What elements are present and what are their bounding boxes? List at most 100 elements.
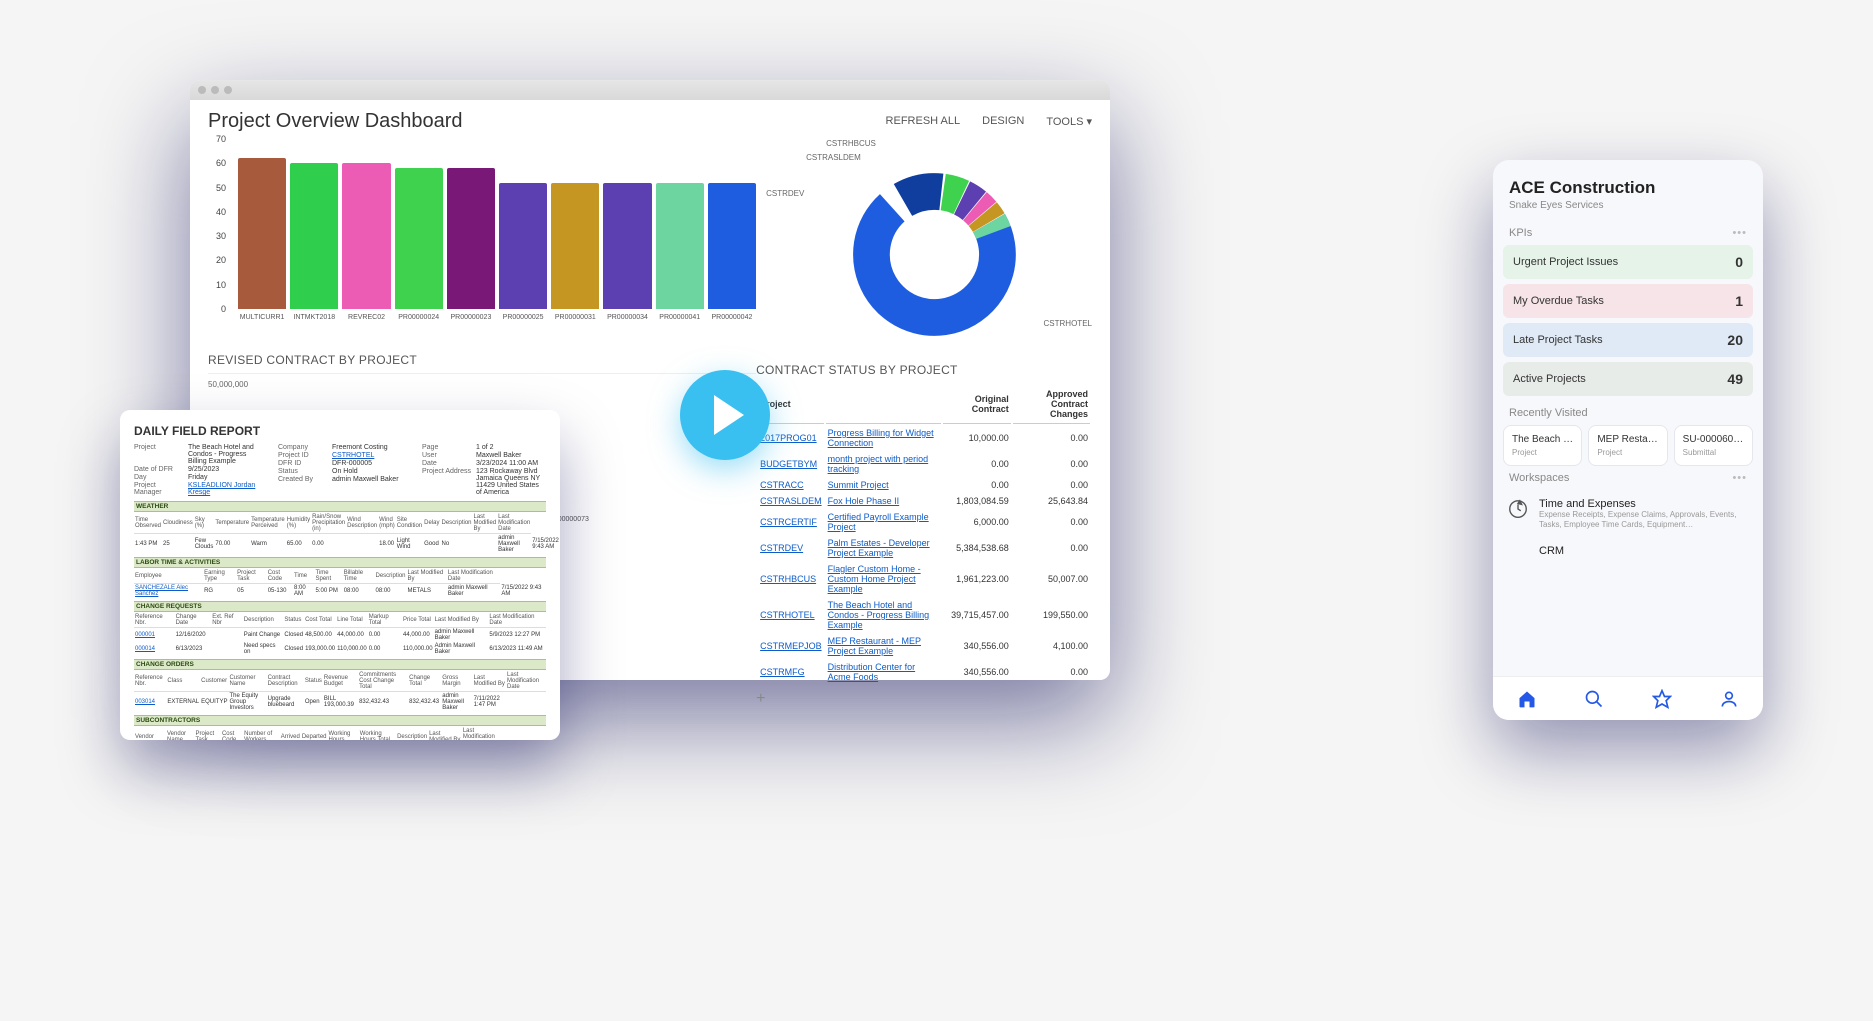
play-video-button[interactable] xyxy=(680,370,770,460)
table-row: CSTRACCSummit Project0.000.00 xyxy=(758,478,1090,492)
bar-x-label: PR00000025 xyxy=(499,314,547,321)
traffic-max[interactable] xyxy=(224,86,232,94)
mobile-subtitle: Snake Eyes Services xyxy=(1509,200,1747,211)
bar-x-label: REVREC02 xyxy=(342,314,390,321)
bar[interactable] xyxy=(708,183,756,309)
traffic-min[interactable] xyxy=(211,86,219,94)
project-desc-link[interactable]: month project with period tracking xyxy=(828,454,929,474)
rev-y-tick: 50,000,000 xyxy=(208,380,248,389)
workspaces-more-icon[interactable]: ••• xyxy=(1732,472,1747,484)
bar-x-label: INTMKT2018 xyxy=(290,314,338,321)
dfr-section-orders: CHANGE ORDERS xyxy=(134,659,546,670)
kpi-item[interactable]: My Overdue Tasks1 xyxy=(1503,284,1753,318)
project-code-link[interactable]: CSTRHBCUS xyxy=(760,574,816,584)
project-code-link[interactable]: CSTRACC xyxy=(760,480,804,490)
workspaces-label: Workspaces xyxy=(1509,472,1569,484)
kpi-item[interactable]: Late Project Tasks20 xyxy=(1503,323,1753,357)
dfr-section-sub: SUBCONTRACTORS xyxy=(134,715,546,726)
project-desc-link[interactable]: The Beach Hotel and Condos - Progress Bi… xyxy=(828,600,930,630)
bar-chart: 010203040506070 MULTICURR1INTMKT2018REVR… xyxy=(208,139,756,339)
th-desc xyxy=(826,385,942,424)
dashboard-tools: REFRESH ALL DESIGN TOOLS ▾ xyxy=(886,115,1092,128)
bar[interactable] xyxy=(447,168,495,309)
project-desc-link[interactable]: MEP Restaurant - MEP Project Example xyxy=(828,636,921,656)
bar-x-label: PR00000034 xyxy=(603,314,651,321)
dfr-title: DAILY FIELD REPORT xyxy=(134,424,546,438)
kpi-item[interactable]: Active Projects49 xyxy=(1503,362,1753,396)
project-code-link[interactable]: CSTRHOTEL xyxy=(760,610,815,620)
traffic-close[interactable] xyxy=(198,86,206,94)
dfr-section-change: CHANGE REQUESTS xyxy=(134,601,546,612)
project-desc-link[interactable]: Summit Project xyxy=(828,480,889,490)
kpis-more-icon[interactable]: ••• xyxy=(1732,227,1747,239)
workspace-item[interactable]: Time and ExpensesExpense Receipts, Expen… xyxy=(1493,490,1763,537)
contract-status-title: CONTRACT STATUS BY PROJECT xyxy=(756,363,1092,377)
bar-x-label: PR00000023 xyxy=(447,314,495,321)
bar[interactable] xyxy=(499,183,547,309)
donut-label: CSTRDEV xyxy=(766,189,804,198)
project-desc-link[interactable]: Flagler Custom Home - Custom Home Projec… xyxy=(828,564,921,594)
y-tick: 60 xyxy=(216,158,226,168)
recent-card[interactable]: MEP Restaurant -…Project xyxy=(1588,425,1667,466)
bar-x-label: PR00000024 xyxy=(395,314,443,321)
page-title: Project Overview Dashboard xyxy=(208,110,463,133)
bar-x-label: PR00000041 xyxy=(656,314,704,321)
search-icon[interactable] xyxy=(1584,689,1604,709)
refresh-all-button[interactable]: REFRESH ALL xyxy=(886,115,961,128)
project-desc-link[interactable]: Palm Estates - Developer Project Example xyxy=(828,538,930,558)
y-tick: 40 xyxy=(216,207,226,217)
kpi-item[interactable]: Urgent Project Issues0 xyxy=(1503,245,1753,279)
project-code-link[interactable]: CSTRMFG xyxy=(760,667,805,677)
contract-table: Project Original Contract Approved Contr… xyxy=(756,383,1092,686)
y-tick: 70 xyxy=(216,134,226,144)
project-desc-link[interactable]: Distribution Center for Acme Foods xyxy=(828,662,916,682)
bar[interactable] xyxy=(342,163,390,309)
tools-dropdown[interactable]: TOOLS ▾ xyxy=(1046,115,1092,128)
mobile-app-card: ACE Construction Snake Eyes Services KPI… xyxy=(1493,160,1763,720)
revised-contract-title: REVISED CONTRACT BY PROJECT xyxy=(208,353,756,367)
bar-x-label: MULTICURR1 xyxy=(238,314,286,321)
donut-label: CSTRHOTEL xyxy=(1044,319,1092,328)
table-row: CSTRHBCUS Flagler Custom Home - Custom Ho… xyxy=(758,562,1090,596)
mobile-bottom-nav xyxy=(1493,676,1763,720)
bar[interactable] xyxy=(290,163,338,309)
table-row: BUDGETBYM month project with period track… xyxy=(758,452,1090,476)
donut-label: CSTRASLDEM xyxy=(806,153,861,162)
star-icon[interactable] xyxy=(1652,689,1672,709)
project-code-link[interactable]: CSTRCERTIF xyxy=(760,517,817,527)
bar-x-label: PR00000042 xyxy=(708,314,756,321)
y-tick: 10 xyxy=(216,280,226,290)
bar[interactable] xyxy=(603,183,651,309)
design-button[interactable]: DESIGN xyxy=(982,115,1024,128)
dashboard-header: Project Overview Dashboard REFRESH ALL D… xyxy=(190,100,1110,139)
workspace-item[interactable]: CRM xyxy=(1493,537,1763,575)
y-tick: 30 xyxy=(216,231,226,241)
th-approved: Approved Contract Changes xyxy=(1013,385,1090,424)
stopwatch-icon xyxy=(1507,545,1529,567)
project-code-link[interactable]: CSTRDEV xyxy=(760,543,803,553)
play-icon xyxy=(714,395,744,435)
project-desc-link[interactable]: Fox Hole Phase II xyxy=(828,496,900,506)
home-icon[interactable] xyxy=(1517,689,1537,709)
project-code-link[interactable]: 2017PROG01 xyxy=(760,433,817,443)
table-row: CSTRMFG Distribution Center for Acme Food… xyxy=(758,660,1090,684)
project-desc-link[interactable]: Certified Payroll Example Project xyxy=(828,512,929,532)
dfr-section-labor: LABOR TIME & ACTIVITIES xyxy=(134,557,546,568)
recent-card[interactable]: The Beach Hotel and C…Project xyxy=(1503,425,1582,466)
stopwatch-icon xyxy=(1507,498,1529,520)
recent-label: Recently Visited xyxy=(1509,407,1588,419)
profile-icon[interactable] xyxy=(1719,689,1739,709)
bar[interactable] xyxy=(656,183,704,309)
bar[interactable] xyxy=(551,183,599,309)
recent-card[interactable]: SU-000060, CIP ConcSubmittal xyxy=(1674,425,1753,466)
add-row-button[interactable]: + xyxy=(756,690,1092,708)
project-desc-link[interactable]: Progress Billing for Widget Connection xyxy=(828,428,934,448)
project-code-link[interactable]: CSTRMEPJOB xyxy=(760,641,822,651)
project-code-link[interactable]: BUDGETBYM xyxy=(760,459,817,469)
bar[interactable] xyxy=(238,158,286,309)
table-row: CSTRASLDEMFox Hole Phase II1,803,084.592… xyxy=(758,494,1090,508)
window-titlebar xyxy=(190,80,1110,100)
dfr-section-weather: WEATHER xyxy=(134,501,546,512)
bar[interactable] xyxy=(395,168,443,309)
project-code-link[interactable]: CSTRASLDEM xyxy=(760,496,822,506)
